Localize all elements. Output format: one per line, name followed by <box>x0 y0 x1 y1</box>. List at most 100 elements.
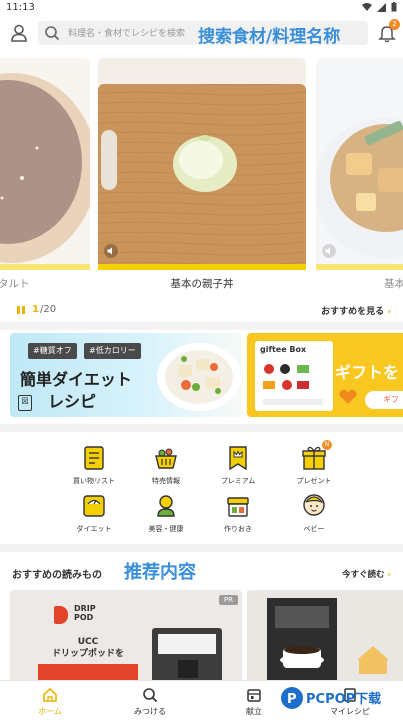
recipe-carousel[interactable]: タルト 基本の親子丼 基本 <box>0 58 403 298</box>
carousel-pager: 1 /20 おすすめを見る › <box>0 302 403 318</box>
user-icon <box>11 24 27 42</box>
chevron-right-icon: › <box>387 570 391 580</box>
pr-badge: PR <box>218 595 238 605</box>
page-current: 1 <box>32 304 39 315</box>
drip-line1: DRIP <box>74 604 96 613</box>
drip-pod-logo <box>54 606 68 624</box>
section-divider <box>0 322 403 330</box>
status-time: 11:13 <box>6 2 35 13</box>
read-now-link[interactable]: 今すぐ読む › <box>342 568 391 580</box>
gift-banner-title: ギフトを <box>335 363 400 382</box>
recommended-annotation-label: 推荐内容 <box>124 562 196 583</box>
search-placeholder: 料理名・食材でレシピを検索 <box>68 29 186 39</box>
category-shopping-list[interactable]: 買い物リスト <box>56 444 132 488</box>
search-icon <box>45 26 60 41</box>
salad-dish-image <box>157 343 241 411</box>
category-sale-info[interactable]: 特売情報 <box>128 444 204 488</box>
nav-find[interactable]: みつける <box>100 681 200 720</box>
drip-line2: POD <box>74 613 94 622</box>
watermark-text: PCPOP下载 <box>306 692 382 707</box>
gift-cta-pill: ギフ <box>365 391 403 409</box>
pause-icon[interactable] <box>16 305 26 315</box>
scale-icon <box>83 495 105 517</box>
shopping-list-icon <box>84 446 104 470</box>
diet-banner-subtitle: レシピ <box>48 392 97 411</box>
svg-text:P: P <box>287 692 297 707</box>
wifi-icon <box>362 2 372 11</box>
category-meal-prep[interactable]: 作りおき <box>200 492 276 536</box>
read-now-label: 今すぐ読む <box>342 570 385 580</box>
home-icon <box>43 687 57 702</box>
gift-brand-logos <box>263 364 323 405</box>
drip-pod-brand: DRIP POD <box>74 604 96 622</box>
card-title: 基本の親子丼 <box>170 278 234 290</box>
nav-home[interactable]: ホーム <box>0 681 100 720</box>
carousel-card-oyakodon[interactable]: 基本の親子丼 <box>98 58 306 296</box>
category-label: ダイエット <box>76 525 112 533</box>
article-headline: UCC ドリップポッドを <box>38 636 138 660</box>
stew-image <box>316 58 403 270</box>
tart-image <box>0 58 90 270</box>
mute-icon[interactable] <box>104 244 118 258</box>
diet-banner-title: 簡単ダイエット <box>20 370 132 389</box>
premium-crown-icon <box>229 446 247 471</box>
category-label: ベビー <box>303 525 325 533</box>
category-label: プレミアム <box>220 477 256 485</box>
battery-icon <box>391 2 397 12</box>
baby-icon <box>303 494 325 516</box>
gift-brand: giftee Box <box>260 345 307 354</box>
nav-label: ホーム <box>38 707 62 716</box>
category-label: プレゼント <box>296 477 332 485</box>
section-divider <box>0 424 403 432</box>
signal-icon <box>377 2 386 12</box>
category-label: 特売情報 <box>152 477 180 485</box>
notification-badge: 2 <box>389 19 400 30</box>
header: 料理名・食材でレシピを検索 搜索食材/料理名称 2 <box>0 16 403 50</box>
chevron-right-icon: › <box>387 307 391 317</box>
mute-icon[interactable] <box>322 244 336 258</box>
category-label: 美容・健康 <box>148 525 184 533</box>
diet-recipe-banner[interactable]: #糖質オフ #低カロリー 簡単ダイエット レシピ 図 <box>10 333 242 417</box>
category-grid: 買い物リスト 特売情報 プレミアム N プレゼント ダイエット 美容・健康 作り… <box>0 438 403 538</box>
category-baby[interactable]: ベビー <box>276 492 352 536</box>
profile-button[interactable] <box>8 22 30 44</box>
giftee-box-banner[interactable]: giftee Box ギフトを ギフ <box>247 333 403 417</box>
status-icons <box>362 2 397 12</box>
search-input[interactable]: 料理名・食材でレシピを検索 搜索食材/料理名称 <box>38 21 368 47</box>
card-title: 基本 <box>384 278 403 290</box>
coffee-machine-image <box>152 628 222 688</box>
sale-basket-icon <box>155 448 177 469</box>
see-more-label: おすすめを見る <box>321 307 385 317</box>
cutting-board-image <box>98 58 306 270</box>
search-annotation-label: 搜索食材/料理名称 <box>198 27 341 47</box>
see-recommendations-link[interactable]: おすすめを見る › <box>321 304 391 317</box>
search-icon <box>143 688 158 703</box>
card-accent-bar <box>0 264 90 270</box>
carousel-card-nimono[interactable]: 基本 <box>316 58 403 296</box>
category-beauty-health[interactable]: 美容・健康 <box>128 492 204 536</box>
ucc-line2: ドリップポッドを <box>51 649 124 659</box>
notification-button[interactable]: 2 <box>376 19 400 44</box>
coffee-cup-image <box>247 590 403 690</box>
beauty-health-icon <box>157 495 175 517</box>
recommended-reads-title: おすすめの読みもの <box>12 570 102 581</box>
card-accent-bar <box>316 264 403 270</box>
category-premium[interactable]: プレミアム <box>200 444 276 488</box>
article-card-ucc[interactable]: DRIP POD UCC ドリップポッドを PR <box>10 590 242 690</box>
page-total: /20 <box>40 304 57 315</box>
status-bar: 11:13 <box>0 0 403 16</box>
category-present[interactable]: N プレゼント <box>276 440 352 488</box>
watermark-p-icon: P <box>281 687 303 709</box>
lunchbox-icon <box>227 497 249 517</box>
new-badge: N <box>322 440 332 450</box>
nav-label: みつける <box>134 707 166 716</box>
article-card-coffee[interactable] <box>247 590 403 690</box>
gift-heart-icon <box>339 389 357 404</box>
category-label: 買い物リスト <box>73 477 115 485</box>
card-title: タルト <box>0 278 30 290</box>
tag-low-calorie: #低カロリー <box>84 343 141 359</box>
category-diet[interactable]: ダイエット <box>56 492 132 536</box>
card-accent-bar <box>98 264 306 270</box>
carousel-card-tart[interactable]: タルト <box>0 58 90 296</box>
ucc-line1: UCC <box>77 637 99 647</box>
